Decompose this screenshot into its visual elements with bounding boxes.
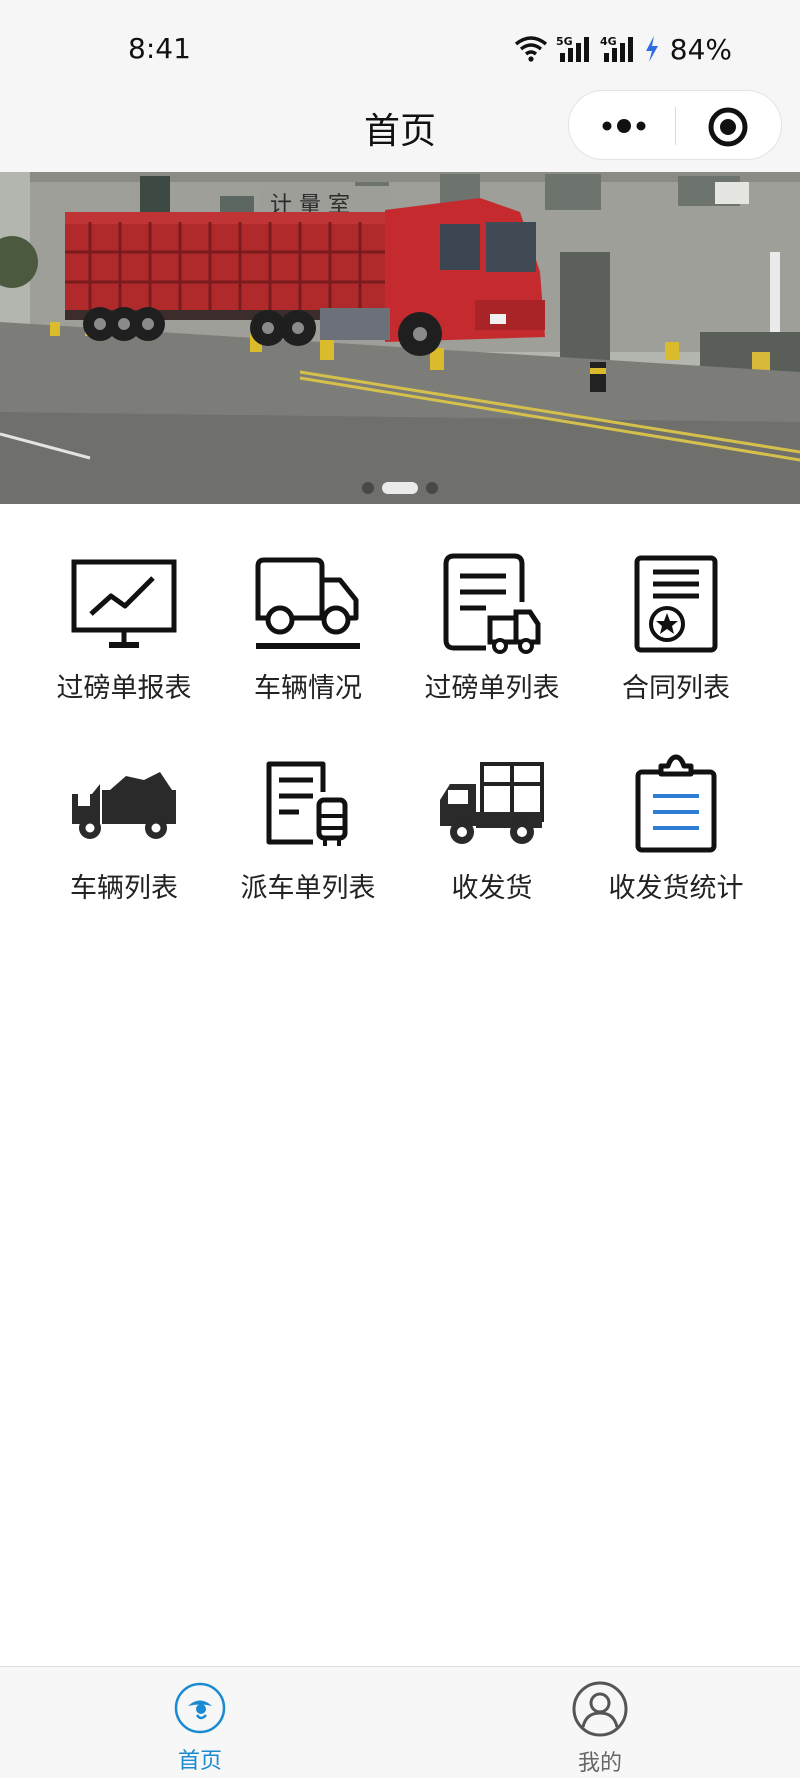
status-time: 8:41 — [128, 32, 191, 65]
carousel-dot[interactable] — [426, 482, 438, 494]
capsule-divider — [675, 107, 676, 145]
menu-item-label: 合同列表 — [622, 673, 730, 704]
menu-item-label: 派车单列表 — [240, 873, 376, 904]
charging-icon — [644, 35, 660, 63]
menu-item-label: 过磅单报表 — [56, 673, 192, 704]
menu-item-label: 收发货 — [451, 873, 533, 904]
clipboard-icon — [616, 752, 736, 856]
home-eye-icon — [173, 1681, 227, 1739]
tab-bar: 首页 我的 — [0, 1666, 800, 1778]
mini-program-capsule — [568, 90, 782, 160]
battery-level: 84% — [669, 32, 732, 66]
profile-icon — [572, 1681, 628, 1741]
function-grid: 过磅单报表 车辆情况 过磅单列表 合同列表 车辆列表 派车单列表 收发货 收发货… — [32, 552, 768, 912]
dispatch-document-icon — [248, 752, 368, 856]
tab-home-label: 首页 — [177, 1749, 222, 1774]
delivery-truck-icon — [432, 752, 552, 856]
menu-item-vehicle-status[interactable]: 车辆情况 — [216, 552, 400, 712]
nav-bar: 首页 — [0, 90, 800, 172]
menu-item-contract-list[interactable]: 合同列表 — [584, 552, 768, 712]
menu-item-shipping-receiving[interactable]: 收发货 — [400, 752, 584, 912]
tab-mine[interactable]: 我的 — [400, 1667, 800, 1778]
report-chart-icon — [64, 552, 184, 656]
signal-4g-icon: 4G — [600, 34, 636, 64]
menu-item-weighing-list[interactable]: 过磅单列表 — [400, 552, 584, 712]
wifi-icon — [514, 35, 548, 63]
banner-image-truck: 计 量 室 — [0, 172, 800, 504]
status-bar: 8:41 5G 4G 84% — [0, 0, 800, 90]
carousel-dot-active[interactable] — [382, 482, 418, 494]
loaded-truck-icon — [64, 752, 184, 856]
carousel-dot[interactable] — [362, 482, 374, 494]
menu-item-dispatch-list[interactable]: 派车单列表 — [216, 752, 400, 912]
document-truck-icon — [432, 552, 552, 656]
svg-text:4G: 4G — [600, 35, 617, 48]
close-mini-program-icon[interactable] — [707, 106, 749, 148]
tab-home[interactable]: 首页 — [0, 1667, 400, 1778]
menu-item-label: 过磅单列表 — [424, 673, 560, 704]
svg-text:5G: 5G — [556, 35, 573, 48]
menu-item-weighing-report[interactable]: 过磅单报表 — [32, 552, 216, 712]
signal-5g-icon: 5G — [556, 34, 592, 64]
menu-item-label: 车辆情况 — [254, 673, 362, 704]
tab-mine-label: 我的 — [577, 1751, 622, 1776]
status-icons: 5G 4G 84% — [514, 32, 732, 66]
carousel-indicators — [0, 482, 800, 494]
more-icon[interactable] — [599, 111, 649, 141]
menu-item-label: 收发货统计 — [608, 873, 744, 904]
menu-item-label: 车辆列表 — [70, 873, 178, 904]
menu-item-shipping-statistics[interactable]: 收发货统计 — [584, 752, 768, 912]
menu-item-vehicle-list[interactable]: 车辆列表 — [32, 752, 216, 912]
truck-icon — [248, 552, 368, 656]
contract-icon — [616, 552, 736, 656]
banner-carousel[interactable]: 计 量 室 — [0, 172, 800, 504]
